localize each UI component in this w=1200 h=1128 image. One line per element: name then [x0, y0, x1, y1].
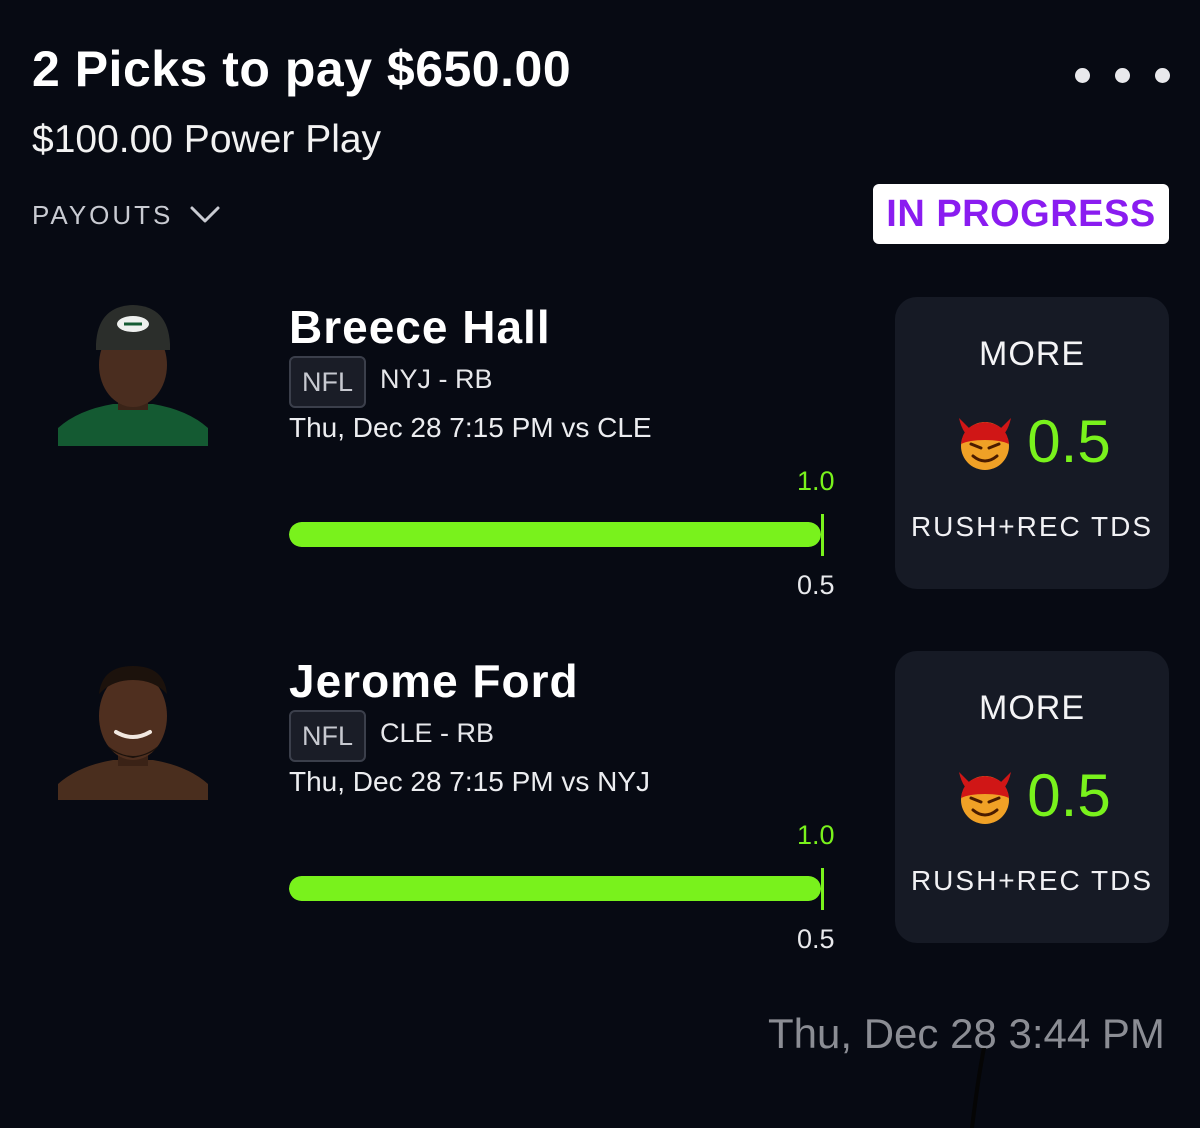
pick-line-value: 0.5	[1027, 408, 1111, 475]
actual-stat-value: 1.0	[797, 820, 835, 850]
demon-icon	[959, 771, 1012, 824]
league-tag: NFL	[289, 710, 366, 762]
demon-icon	[959, 417, 1012, 470]
pick-selection-card[interactable]: MORE 0.5 RUSH+REC TDS	[895, 651, 1169, 943]
line-marker	[821, 868, 824, 910]
pick-line-row: 0.5	[895, 407, 1169, 476]
stat-type: RUSH+REC TDS	[910, 865, 1154, 896]
team-position: CLE - RB	[380, 718, 495, 748]
line-marker	[821, 514, 824, 556]
dot	[1115, 67, 1130, 83]
player-avatar	[58, 654, 208, 800]
player-name: Breece Hall	[289, 301, 551, 353]
actual-stat-value: 1.0	[797, 466, 835, 496]
pick-line-row: 0.5	[895, 761, 1169, 830]
entry-detail-screen: 2 Picks to pay $650.00 $100.00 Power Pla…	[0, 0, 1200, 1128]
payouts-label: PAYOUTS	[32, 200, 174, 230]
pick-direction: MORE	[979, 689, 1085, 727]
pick-row: Jerome Ford NFL CLE - RB Thu, Dec 28 7:1…	[0, 651, 1200, 954]
entry-subtitle: $100.00 Power Play	[32, 118, 382, 161]
progress-fill	[289, 876, 821, 901]
pick-direction: MORE	[979, 335, 1085, 373]
pick-selection-card[interactable]: MORE 0.5 RUSH+REC TDS	[895, 297, 1169, 589]
league-tag: NFL	[289, 356, 366, 408]
stat-type: RUSH+REC TDS	[910, 511, 1154, 542]
pen-mark	[970, 1048, 986, 1128]
more-options-icon[interactable]	[1075, 64, 1170, 86]
chevron-down-icon	[190, 206, 220, 222]
game-time: Thu, Dec 28 7:15 PM vs CLE	[289, 412, 652, 443]
headshot-image	[58, 305, 208, 446]
pick-line-value: 0.5	[1027, 762, 1111, 829]
pick-row: Breece Hall NFL NYJ - RB Thu, Dec 28 7:1…	[0, 297, 1200, 600]
entry-title: 2 Picks to pay $650.00	[32, 41, 572, 97]
dot	[1075, 67, 1090, 83]
progress-fill	[289, 522, 821, 547]
progress-bar	[289, 876, 821, 901]
progress-bar	[289, 522, 821, 547]
team-position: NYJ - RB	[380, 364, 493, 394]
payouts-toggle[interactable]: PAYOUTS	[32, 200, 221, 231]
player-name: Jerome Ford	[289, 655, 579, 707]
dot	[1155, 67, 1170, 83]
game-time: Thu, Dec 28 7:15 PM vs NYJ	[289, 766, 651, 797]
headshot-image	[58, 666, 208, 800]
line-value-label: 0.5	[797, 570, 835, 600]
line-value-label: 0.5	[797, 924, 835, 954]
player-avatar	[58, 300, 208, 446]
status-badge: IN PROGRESS	[873, 184, 1169, 244]
